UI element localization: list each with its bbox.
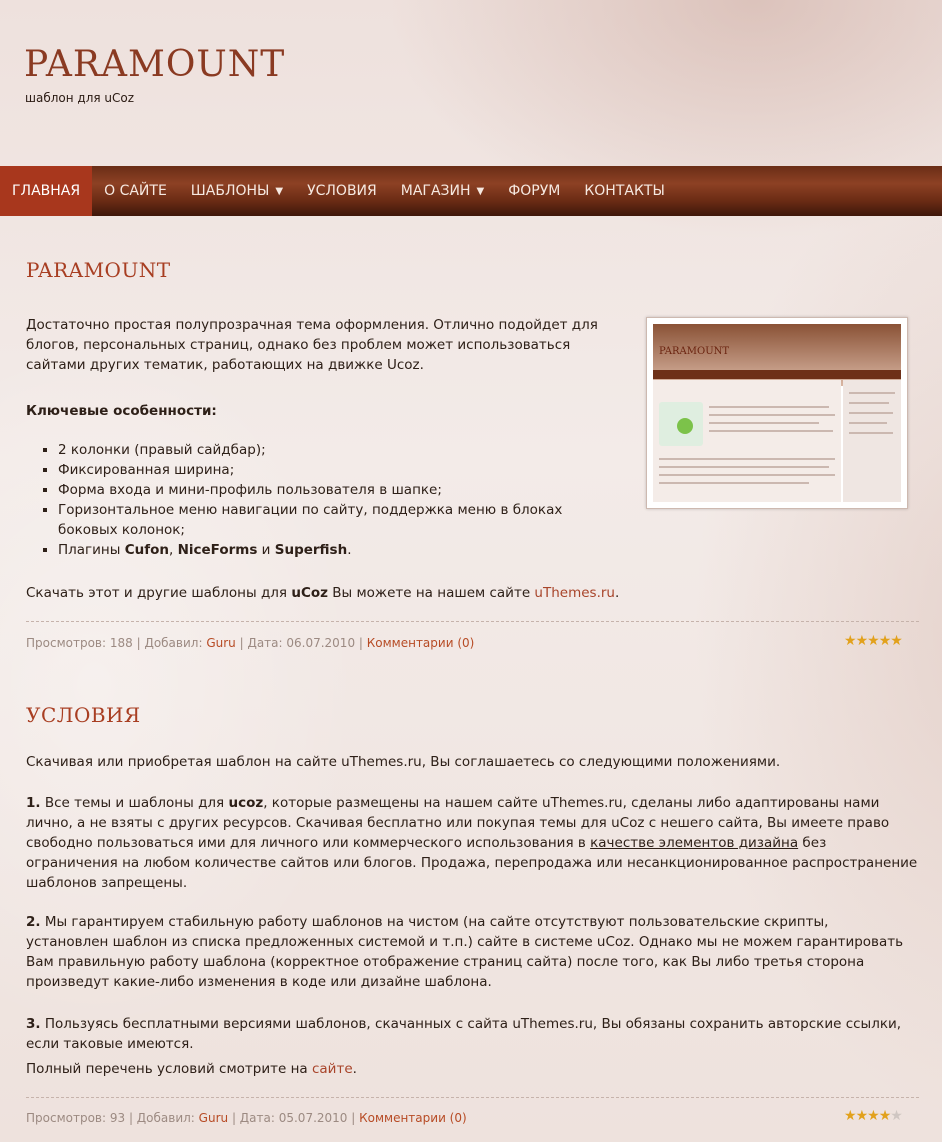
nav-item-home[interactable]: ГЛАВНАЯ <box>0 166 93 216</box>
full-terms-text: Полный перечень условий смотрите на сайт… <box>26 1061 357 1077</box>
caret-down-icon: ▼ <box>275 185 284 197</box>
site-link[interactable]: сайте <box>312 1061 353 1077</box>
author-link[interactable]: Guru <box>206 636 235 650</box>
post-title[interactable]: УСЛОВИЯ <box>26 703 141 727</box>
download-text: Скачать этот и другие шаблоны для uCoz В… <box>26 585 620 601</box>
nav-item-contacts[interactable]: КОНТАКТЫ <box>572 166 676 216</box>
site-logo[interactable]: PARAMOUNT <box>24 44 285 86</box>
star-icon: ★ <box>867 633 880 649</box>
nav-label: ФОРУМ <box>508 183 561 199</box>
star-icon: ★ <box>878 633 892 649</box>
rating-stars[interactable]: ★★★★★ <box>844 1108 903 1124</box>
star-icon: ★ <box>855 633 869 649</box>
template-screenshot[interactable]: PARAMOUNT <box>646 317 908 509</box>
nav-item-terms[interactable]: УСЛОВИЯ <box>295 166 389 216</box>
nav-label: ШАБЛОНЫ <box>190 183 270 199</box>
list-item: Форма входа и мини-профиль пользователя … <box>58 480 618 500</box>
post-meta: Просмотров: 188 | Добавил: Guru | Дата: … <box>26 636 475 650</box>
divider <box>26 621 919 622</box>
star-icon: ★ <box>844 1108 857 1124</box>
terms-paragraph-1: 1. Все темы и шаблоны для ucoz, которые … <box>26 795 918 891</box>
apple-icon <box>677 418 693 434</box>
design-elements-link[interactable]: качестве элементов дизайна <box>590 835 798 851</box>
screenshot-logo: PARAMOUNT <box>659 346 730 357</box>
star-icon: ★ <box>890 633 903 649</box>
star-icon: ★ <box>867 1108 880 1124</box>
site-slogan: шаблон для uCoz <box>25 91 135 105</box>
post-intro: Скачивая или приобретая шаблон на сайте … <box>26 754 781 770</box>
author-link[interactable]: Guru <box>199 1111 228 1125</box>
main-nav: ГЛАВНАЯ О САЙТЕ ШАБЛОНЫ ▼ УСЛОВИЯ МАГАЗИН… <box>0 166 942 216</box>
nav-label: КОНТАКТЫ <box>584 183 665 199</box>
nav-item-about[interactable]: О САЙТЕ <box>92 166 179 216</box>
nav-item-templates[interactable]: ШАБЛОНЫ ▼ <box>179 166 295 216</box>
nav-item-shop[interactable]: МАГАЗИН ▼ <box>389 166 496 216</box>
nav-label: О САЙТЕ <box>104 183 167 199</box>
post-meta: Просмотров: 93 | Добавил: Guru | Дата: 0… <box>26 1111 467 1125</box>
screenshot-nav <box>653 370 901 379</box>
divider <box>26 1097 919 1098</box>
screenshot-sidebar <box>843 380 901 502</box>
list-item: Плагины Cufon, NiceForms и Superfish. <box>58 540 618 560</box>
nav-label: УСЛОВИЯ <box>307 183 377 199</box>
star-half-icon: ★ <box>890 1108 903 1124</box>
nav-label: МАГАЗИН <box>400 183 471 199</box>
nav-item-forum[interactable]: ФОРУМ <box>496 166 572 216</box>
list-item: Горизонтальное меню навигации по сайту, … <box>58 500 618 540</box>
features-heading: Ключевые особенности: <box>26 403 217 419</box>
caret-down-icon: ▼ <box>476 185 485 197</box>
rating-stars[interactable]: ★★★★★ <box>844 633 903 649</box>
star-icon: ★ <box>844 633 857 649</box>
comments-link[interactable]: Комментарии (0) <box>359 1111 467 1125</box>
list-item: 2 колонки (правый сайдбар); <box>58 440 618 460</box>
post-intro: Достаточно простая полупрозрачная тема о… <box>26 317 598 373</box>
post-title[interactable]: PARAMOUNT <box>26 258 171 282</box>
terms-paragraph-2: 2. Мы гарантируем стабильную работу шабл… <box>26 914 904 990</box>
nav-label: ГЛАВНАЯ <box>12 183 81 199</box>
star-icon: ★ <box>855 1108 869 1124</box>
list-item: Фиксированная ширина; <box>58 460 618 480</box>
terms-paragraph-3: 3. Пользуясь бесплатными версиями шаблон… <box>26 1016 902 1052</box>
comments-link[interactable]: Комментарии (0) <box>367 636 475 650</box>
uthemes-link[interactable]: uThemes.ru <box>534 585 615 601</box>
features-list: 2 колонки (правый сайдбар); Фиксированна… <box>58 440 618 560</box>
star-icon: ★ <box>878 1108 892 1124</box>
